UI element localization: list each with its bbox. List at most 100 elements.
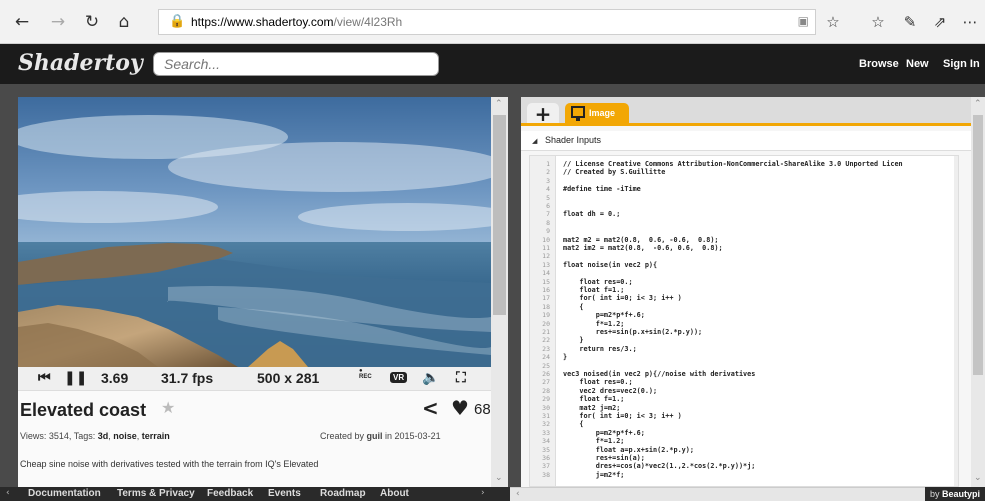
site-logo[interactable]: Shadertoy: [18, 50, 143, 76]
editor-scrollbar[interactable]: [954, 156, 958, 486]
nav-new[interactable]: New: [906, 58, 929, 70]
code-line[interactable]: }: [563, 353, 567, 361]
code-line[interactable]: dres+=cos(a)*vec2(1.,2.*cos(2.*p.y))*j;: [563, 462, 756, 470]
shader-inputs-label: Shader Inputs: [545, 135, 602, 145]
code-line[interactable]: float a=p.x+sin(2.*p.y);: [563, 446, 694, 454]
left-scrollbar[interactable]: ⌃ ⌄: [491, 97, 508, 487]
search-input[interactable]: [154, 53, 438, 75]
code-line[interactable]: mat2 im2 = mat2(0.8, -0.6, 0.6, 0.8);: [563, 244, 723, 252]
reading-view-icon[interactable]: ▣: [798, 14, 809, 28]
code-line[interactable]: return res/3.;: [563, 345, 636, 353]
scroll-up-icon[interactable]: ⌃: [495, 99, 503, 109]
created-by: Created by guil in 2015-03-21: [320, 431, 441, 441]
favorites-list-icon[interactable]: ☆: [866, 10, 890, 34]
home-icon[interactable]: ⌂: [112, 10, 136, 34]
scroll-down-icon[interactable]: ⌄: [495, 473, 503, 483]
code-line[interactable]: res+=sin(p.x+sin(2.*p.y));: [563, 328, 702, 336]
share-icon[interactable]: <: [422, 396, 439, 420]
line-number: 17: [542, 294, 550, 303]
right-scrollbar[interactable]: ⌃ ⌄: [971, 97, 985, 487]
code-line[interactable]: }: [563, 336, 583, 344]
refresh-icon[interactable]: ↻: [80, 10, 104, 34]
tab-image[interactable]: Image: [565, 103, 629, 125]
code-line[interactable]: float res=0.;: [563, 278, 632, 286]
scroll-up-icon[interactable]: ⌃: [974, 99, 982, 109]
scroll-left-icon[interactable]: ‹: [6, 488, 10, 498]
tag-link-noise[interactable]: noise: [113, 431, 137, 441]
code-line[interactable]: p=m2*p*f+.6;: [563, 311, 645, 319]
tag-link-terrain[interactable]: terrain: [142, 431, 170, 441]
tag-link-3d[interactable]: 3d: [98, 431, 109, 441]
line-number: 31: [542, 412, 550, 420]
editor-tabbar: + Image: [521, 97, 971, 126]
pen-notes-icon[interactable]: ✎: [898, 10, 922, 34]
nav-browse[interactable]: Browse: [859, 58, 899, 70]
code-line[interactable]: {: [563, 420, 583, 428]
collapse-triangle-icon: ◢: [532, 137, 538, 145]
code-line[interactable]: for( int i=0; i< 3; i++ ): [563, 412, 681, 420]
tab-underline: [521, 123, 971, 126]
line-number: 35: [542, 445, 550, 454]
line-number: 8: [546, 218, 550, 227]
favorite-star-icon[interactable]: ☆: [821, 10, 845, 34]
code-line[interactable]: float noise(in vec2 p){: [563, 261, 657, 269]
code-line[interactable]: // Created by S.Guillitte: [563, 168, 665, 176]
shader-title: Elevated coast: [20, 400, 147, 420]
line-number: 10: [542, 235, 550, 244]
code-line[interactable]: mat2 m2 = mat2(0.8, 0.6, -0.6, 0.8);: [563, 236, 719, 244]
right-scroll-thumb[interactable]: [973, 115, 983, 375]
left-scroll-thumb[interactable]: [493, 115, 506, 315]
code-line[interactable]: float f=1.;: [563, 395, 624, 403]
scroll-down-icon[interactable]: ⌄: [974, 473, 982, 483]
scroll-left-icon[interactable]: ‹: [516, 489, 520, 499]
shader-title-row: Elevated coast ★ < ♥ 68: [18, 394, 491, 424]
code-line[interactable]: vec2 dres=vec2(0.);: [563, 387, 657, 395]
pause-icon[interactable]: ❚❚: [64, 370, 87, 386]
code-line[interactable]: float f=1.;: [563, 286, 624, 294]
code-line[interactable]: mat2 j=m2;: [563, 404, 620, 412]
code-line[interactable]: #define time -iTime: [563, 185, 641, 193]
code-line[interactable]: f*=1.2;: [563, 437, 625, 445]
code-line[interactable]: p=m2*p*f+.6;: [563, 429, 645, 437]
volume-icon[interactable]: 🔈: [422, 370, 439, 386]
fullscreen-icon[interactable]: ⛶: [456, 370, 466, 386]
shader-description: Cheap sine noise with derivatives tested…: [20, 459, 319, 469]
line-number: 14: [542, 269, 550, 278]
vr-button[interactable]: VR: [390, 372, 408, 383]
line-number: 20: [542, 319, 550, 328]
share-browser-icon[interactable]: ⇗: [928, 10, 952, 34]
line-number: 1: [546, 160, 550, 168]
left-hscroll[interactable]: ‹ ›: [0, 487, 505, 501]
nav-sign-in[interactable]: Sign In: [943, 58, 980, 70]
favorite-icon[interactable]: ★: [161, 398, 175, 417]
code-line[interactable]: f*=1.2;: [563, 320, 625, 328]
address-bar[interactable]: 🔒 https://www.shadertoy.com/view/4l23Rh …: [158, 9, 816, 35]
player-controls: ⏮ ❚❚ 3.69 31.7 fps 500 x 281 ● REC VR 🔈 ⛶: [18, 367, 491, 391]
record-button[interactable]: ● REC: [359, 368, 372, 380]
code-line[interactable]: vec3 noised(in vec2 p){//noise with deri…: [563, 370, 755, 378]
like-heart-icon[interactable]: ♥: [451, 396, 469, 420]
back-icon[interactable]: ←: [10, 10, 34, 34]
add-tab-button[interactable]: +: [527, 103, 559, 125]
line-number: 13: [542, 260, 550, 269]
code-editor[interactable]: 1 2 3 4 5 6 7 8 9 10 11 12 13 14 15 16 17 18 19 20 21 22 23 24 2…: [529, 155, 959, 487]
code-line[interactable]: for( int i=0; i< 3; i++ ): [563, 294, 681, 302]
code-line[interactable]: // License Creative Commons Attribution-…: [563, 160, 903, 168]
beautypi-link[interactable]: Beautypi: [942, 489, 980, 499]
forward-icon[interactable]: →: [46, 10, 70, 34]
right-hscroll[interactable]: ‹: [510, 487, 925, 501]
line-number: 37: [542, 462, 550, 471]
code-line[interactable]: float dh = 0.;: [563, 210, 620, 218]
code-line[interactable]: res+=sin(a);: [563, 454, 645, 462]
shader-canvas[interactable]: [18, 97, 491, 367]
code-line[interactable]: float res=0.;: [563, 378, 632, 386]
code-line[interactable]: {: [563, 303, 583, 311]
more-menu-icon[interactable]: ⋯: [958, 10, 982, 34]
rewind-icon[interactable]: ⏮: [38, 370, 51, 386]
code-line[interactable]: j=m2*f;: [563, 471, 625, 479]
shader-inputs-toggle[interactable]: ◢ Shader Inputs: [521, 131, 971, 151]
author-link[interactable]: guil: [367, 431, 383, 441]
shader-stats: Views: 3514, Tags: 3d, noise, terrain: [20, 431, 170, 441]
scroll-right-icon[interactable]: ›: [481, 488, 485, 498]
search-box[interactable]: [153, 52, 439, 76]
